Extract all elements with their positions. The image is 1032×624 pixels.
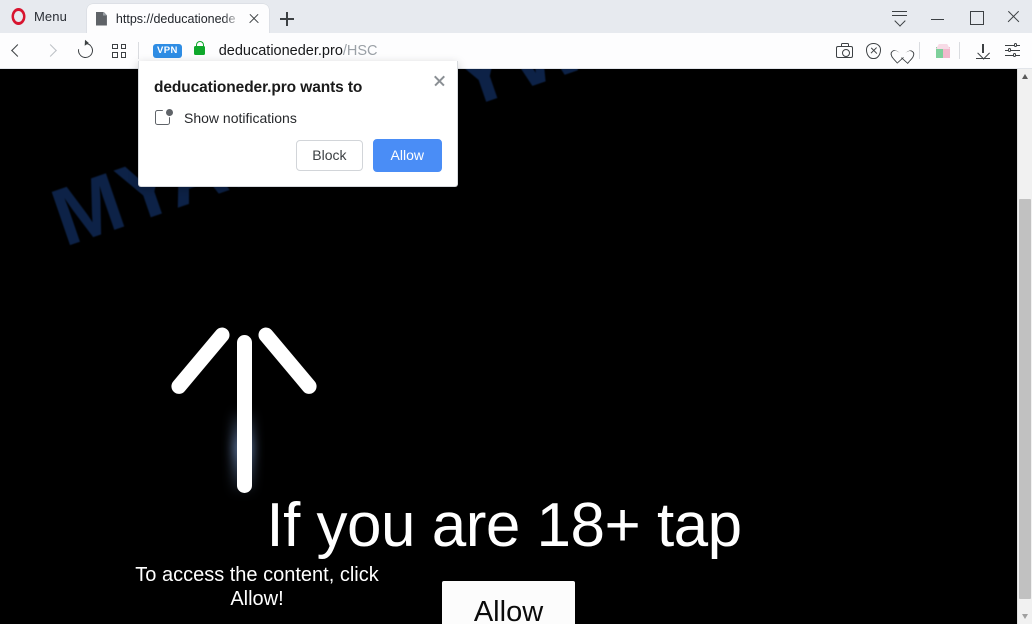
scrollbar-thumb[interactable]	[1019, 199, 1031, 599]
dialog-actions: Block Allow	[296, 139, 442, 172]
scroll-up-arrow-icon[interactable]	[1018, 69, 1032, 84]
downloads-button[interactable]	[968, 33, 997, 69]
maximize-icon[interactable]	[956, 0, 994, 33]
easy-setup-sliders-icon	[1005, 43, 1020, 57]
notification-permission-dialog: deducationeder.pro wants to Show notific…	[138, 61, 458, 187]
permission-label: Show notifications	[184, 109, 297, 126]
permission-row: Show notifications	[154, 108, 297, 127]
page-allow-button[interactable]: Allow	[442, 581, 575, 624]
scroll-down-arrow-icon[interactable]	[1018, 609, 1032, 624]
tab-strip: Menu https://deducationede	[0, 0, 1032, 33]
extension-button[interactable]	[928, 33, 957, 69]
browser-window: Menu https://deducationede VPN deducatio…	[0, 0, 1032, 624]
url-text: deducationeder.pro/HSC	[219, 43, 378, 59]
allow-button[interactable]: Allow	[372, 139, 442, 172]
url-field[interactable]: VPN deducationeder.pro/HSC	[147, 41, 830, 59]
menu-label: Menu	[34, 9, 67, 24]
page-subtext: To access the content, click Allow!	[135, 564, 379, 611]
forward-arrow-icon	[44, 43, 57, 57]
url-path: /HSC	[342, 42, 378, 59]
forward-button[interactable]	[34, 33, 68, 69]
url-domain: deducationeder.pro	[218, 42, 343, 59]
grid-icon	[112, 43, 126, 58]
download-icon	[976, 43, 990, 59]
ad-blocker-button[interactable]	[859, 33, 888, 69]
heart-favorite-icon	[895, 45, 910, 59]
opera-logo-icon	[11, 8, 26, 25]
reload-icon	[75, 39, 96, 61]
close-icon[interactable]	[429, 71, 449, 91]
toolbar-divider	[959, 42, 960, 59]
reload-button[interactable]	[68, 33, 102, 69]
page-icon	[96, 12, 109, 26]
page-headline: If you are 18+ tap	[266, 491, 742, 560]
easy-setup-button[interactable]	[997, 33, 1026, 69]
back-button[interactable]	[0, 33, 34, 69]
cube-extension-icon	[936, 43, 950, 58]
close-icon[interactable]	[245, 10, 263, 28]
toolbar-divider	[919, 42, 920, 59]
back-arrow-icon	[11, 43, 24, 57]
minimize-icon[interactable]	[918, 0, 956, 33]
block-button[interactable]: Block	[296, 140, 363, 171]
toolbar-right	[830, 33, 1032, 69]
up-arrow-icon	[168, 315, 320, 493]
window-controls	[880, 0, 1032, 33]
camera-snapshot-button[interactable]	[830, 33, 859, 69]
toolbar-divider	[138, 42, 139, 59]
workspaces-button[interactable]	[102, 33, 136, 69]
notification-bell-icon	[154, 108, 173, 127]
padlock-icon[interactable]	[193, 41, 205, 55]
close-window-icon[interactable]	[994, 0, 1032, 33]
tab-title: https://deducationede	[115, 11, 236, 26]
tab-list-icon[interactable]	[880, 0, 918, 33]
ad-blocker-shield-icon	[866, 42, 881, 59]
page-scrollbar[interactable]	[1017, 69, 1032, 624]
opera-menu-button[interactable]: Menu	[0, 0, 79, 33]
dialog-title: deducationeder.pro wants to	[154, 79, 363, 96]
camera-snapshot-icon	[836, 42, 853, 58]
favorite-button[interactable]	[888, 33, 917, 69]
new-tab-button[interactable]	[273, 4, 301, 33]
browser-tab[interactable]: https://deducationede	[86, 4, 269, 33]
chevron-down-icon	[893, 15, 906, 27]
vpn-badge[interactable]: VPN	[153, 43, 182, 58]
